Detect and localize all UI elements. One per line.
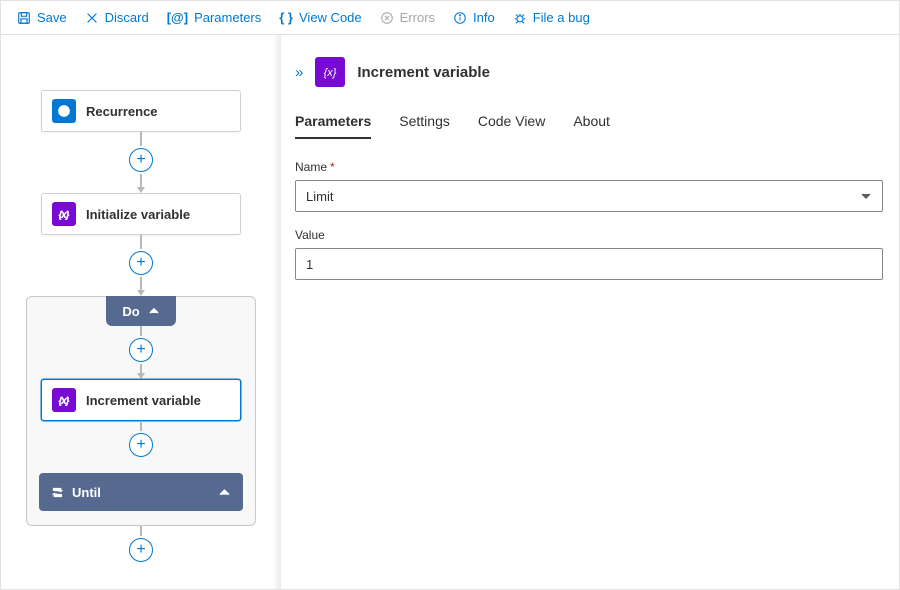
loop-until-label: Until — [72, 485, 101, 500]
node-increment-label: Increment variable — [86, 393, 201, 408]
add-step-button[interactable]: + — [129, 538, 153, 562]
loop-container: Do + {x} Increment variable + Until — [26, 296, 256, 526]
error-icon — [380, 11, 394, 25]
svg-text:{x}: {x} — [324, 67, 337, 79]
svg-text:{x}: {x} — [59, 210, 69, 220]
chevron-up-icon — [148, 305, 160, 317]
tab-code-view[interactable]: Code View — [478, 113, 545, 139]
chevron-up-icon — [218, 486, 231, 499]
parameters-button[interactable]: [@] Parameters — [161, 8, 268, 27]
info-button[interactable]: Info — [447, 8, 501, 27]
svg-text:{x}: {x} — [59, 396, 69, 406]
connector — [140, 235, 142, 249]
field-name: Name * Limit — [295, 160, 883, 212]
braces-icon: { } — [279, 10, 293, 25]
connector — [140, 277, 142, 291]
clock-icon — [52, 99, 76, 123]
loop-do-header[interactable]: Do — [106, 296, 176, 326]
config-panel: » {x} Increment variable Parameters Sett… — [281, 35, 899, 589]
panel-header: » {x} Increment variable — [295, 57, 883, 87]
connector — [140, 174, 142, 188]
workflow-canvas[interactable]: Recurrence + {x} Initialize variable + D… — [1, 35, 281, 589]
file-bug-label: File a bug — [533, 10, 590, 25]
save-icon — [17, 11, 31, 25]
node-initialize-variable[interactable]: {x} Initialize variable — [41, 193, 241, 235]
info-icon — [453, 11, 467, 25]
node-increment-variable[interactable]: {x} Increment variable — [41, 379, 241, 421]
loop-icon — [51, 486, 64, 499]
field-value: Value 1 — [295, 228, 883, 280]
variable-icon: {x} — [52, 388, 76, 412]
tab-parameters[interactable]: Parameters — [295, 113, 371, 139]
view-code-label: View Code — [299, 10, 362, 25]
collapse-panel-button[interactable]: » — [295, 64, 303, 81]
save-button[interactable]: Save — [11, 8, 73, 27]
parameters-label: Parameters — [194, 10, 261, 25]
toolbar: Save Discard [@] Parameters { } View Cod… — [1, 1, 899, 35]
save-label: Save — [37, 10, 67, 25]
connector — [140, 526, 142, 536]
panel-tabs: Parameters Settings Code View About — [295, 113, 883, 140]
add-step-button[interactable]: + — [129, 338, 153, 362]
file-bug-button[interactable]: File a bug — [507, 8, 596, 27]
info-label: Info — [473, 10, 495, 25]
bug-icon — [513, 11, 527, 25]
errors-label: Errors — [400, 10, 435, 25]
name-select[interactable]: Limit — [295, 180, 883, 212]
name-label: Name — [295, 160, 327, 174]
discard-button[interactable]: Discard — [79, 8, 155, 27]
discard-label: Discard — [105, 10, 149, 25]
tab-settings[interactable]: Settings — [399, 113, 450, 139]
parameters-icon: [@] — [167, 10, 188, 25]
add-step-button[interactable]: + — [129, 433, 153, 457]
view-code-button[interactable]: { } View Code — [273, 8, 367, 27]
panel-title: Increment variable — [357, 64, 490, 81]
connector — [140, 421, 142, 431]
node-recurrence-label: Recurrence — [86, 104, 158, 119]
connector — [140, 132, 142, 146]
node-recurrence[interactable]: Recurrence — [41, 90, 241, 132]
name-value: Limit — [306, 189, 333, 204]
value-text: 1 — [306, 257, 313, 272]
variable-icon: {x} — [315, 57, 345, 87]
node-initialize-label: Initialize variable — [86, 207, 190, 222]
chevron-down-icon — [860, 190, 872, 202]
variable-icon: {x} — [52, 202, 76, 226]
tab-about[interactable]: About — [573, 113, 610, 139]
add-step-button[interactable]: + — [129, 251, 153, 275]
value-input[interactable]: 1 — [295, 248, 883, 280]
x-icon — [85, 11, 99, 25]
connector — [140, 326, 142, 336]
required-indicator: * — [330, 160, 335, 174]
errors-button: Errors — [374, 8, 441, 27]
loop-do-label: Do — [122, 304, 139, 319]
loop-until-footer[interactable]: Until — [39, 473, 243, 511]
value-label: Value — [295, 228, 325, 242]
add-step-button[interactable]: + — [129, 148, 153, 172]
